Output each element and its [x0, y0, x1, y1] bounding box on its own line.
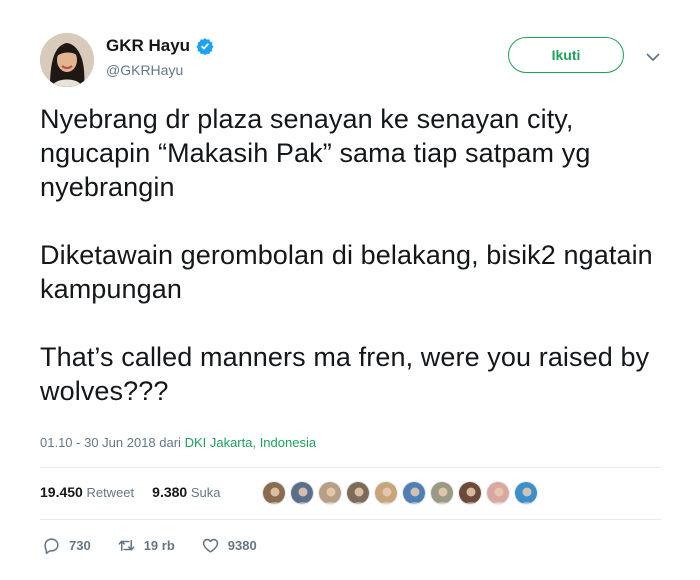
liker-avatar[interactable] [346, 481, 370, 505]
tweet-text: Nyebrang dr plaza senayan ke senayan cit… [40, 102, 660, 442]
tweet-paragraph: That’s called manners ma fren, were you … [40, 342, 650, 406]
liker-avatars [262, 481, 538, 505]
liker-avatar[interactable] [402, 481, 426, 505]
retweet-icon [118, 539, 135, 552]
heart-icon [202, 538, 218, 553]
divider [40, 519, 662, 520]
like-label: Suka [190, 485, 221, 500]
retweet-button[interactable]: 19 rb [117, 536, 175, 555]
like-count: 9.380 [152, 484, 188, 500]
retweet-stat[interactable]: 19.450 Retweet [40, 484, 134, 500]
reply-icon [44, 538, 59, 555]
tweet-stats: 19.450 Retweet 9.380 Suka [40, 484, 238, 500]
tweet-paragraph: Nyebrang dr plaza senayan ke senayan cit… [40, 104, 591, 202]
follow-button[interactable]: Ikuti [508, 37, 624, 73]
retweet-count: 19.450 [40, 484, 83, 500]
retweet-action-count: 19 rb [143, 538, 175, 553]
liker-avatar[interactable] [290, 481, 314, 505]
retweet-label: Retweet [86, 485, 135, 500]
author-display-name[interactable]: GKR Hayu [106, 36, 190, 56]
liker-avatar[interactable] [318, 481, 342, 505]
tweet-timestamp[interactable]: 01.10 - 30 Jun 2018 dari [40, 435, 185, 450]
author-avatar[interactable] [40, 33, 94, 87]
liker-avatar[interactable] [486, 481, 510, 505]
tweet-metadata: 01.10 - 30 Jun 2018 dari DKI Jakarta, In… [40, 435, 316, 450]
tweet-location-link[interactable]: DKI Jakarta, Indonesia [185, 435, 317, 450]
divider [40, 467, 662, 468]
reply-count: 730 [69, 538, 91, 553]
verified-badge-icon [196, 38, 214, 55]
like-stat[interactable]: 9.380 Suka [152, 484, 220, 500]
liker-avatar[interactable] [430, 481, 454, 505]
tweet-paragraph: Diketawain gerombolan di belakang, bisik… [40, 240, 653, 304]
like-action-count: 9380 [227, 538, 257, 553]
liker-avatar[interactable] [458, 481, 482, 505]
like-button[interactable]: 9380 [201, 536, 257, 555]
liker-avatar[interactable] [374, 481, 398, 505]
tweet-actions: 730 19 rb 9380 [42, 536, 283, 555]
liker-avatar[interactable] [262, 481, 286, 505]
author-handle[interactable]: @GKRHayu [106, 62, 183, 78]
chevron-down-icon[interactable] [645, 52, 661, 62]
liker-avatar[interactable] [514, 481, 538, 505]
reply-button[interactable]: 730 [42, 536, 91, 555]
author-name-row[interactable]: GKR Hayu [106, 36, 214, 56]
